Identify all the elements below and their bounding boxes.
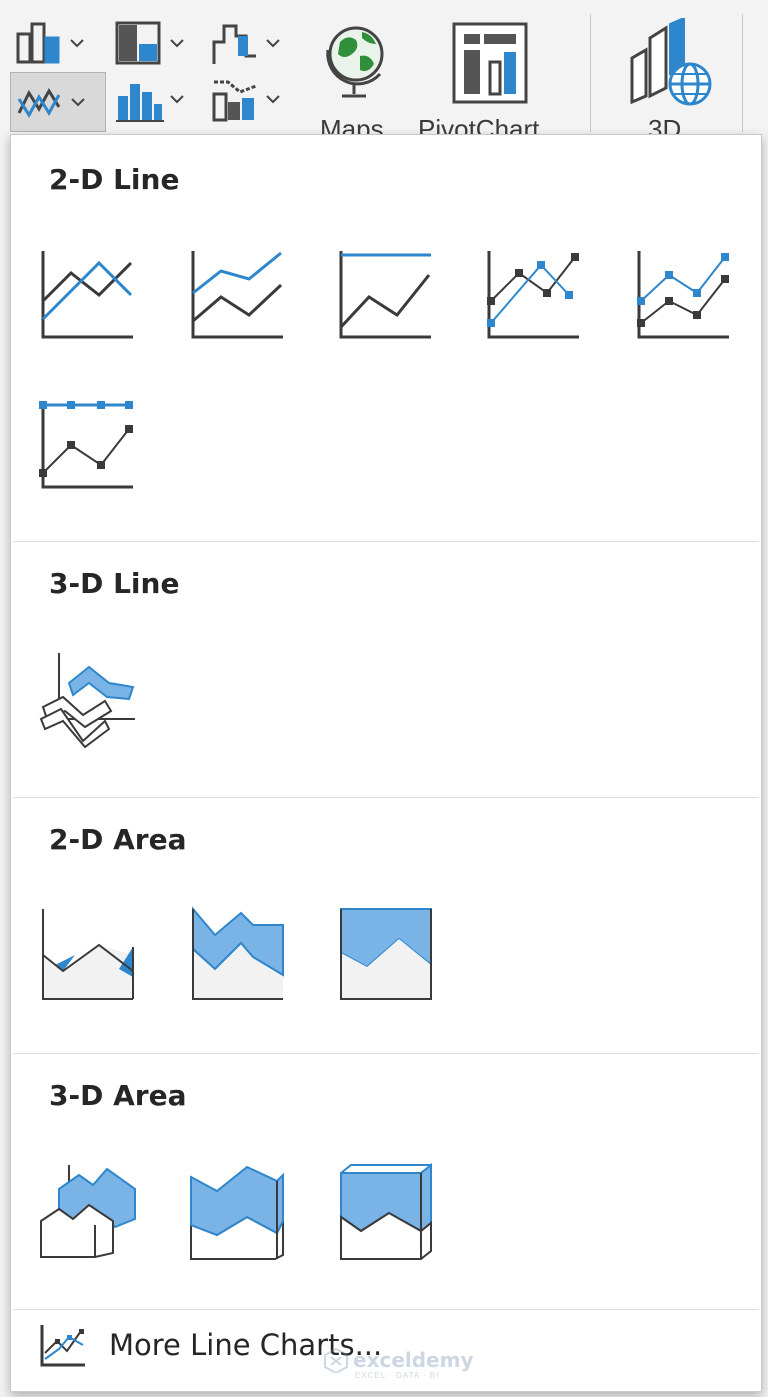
section-divider (13, 1309, 759, 1310)
stacked-area-chart-option[interactable] (189, 905, 289, 1005)
exceldemy-logo-icon (324, 1347, 348, 1373)
column-chart-button[interactable] (14, 20, 84, 66)
watermark-tagline: EXCEL · DATA · BI (355, 1371, 440, 1380)
chevron-down-icon (266, 39, 280, 48)
3d-100-stacked-area-chart-option[interactable] (337, 1161, 437, 1261)
watermark-name: exceldemy (353, 1348, 474, 1372)
3d-map-button[interactable] (626, 18, 716, 108)
100-stacked-line-chart-option[interactable] (337, 245, 437, 345)
waterfall-chart-icon (212, 24, 256, 64)
ribbon-separator (590, 14, 591, 132)
section-title-2d-area: 2-D Area (49, 823, 187, 856)
area-chart-icon (42, 909, 134, 1000)
stacked-area-chart-icon (192, 906, 284, 1000)
statistic-chart-button[interactable] (114, 76, 184, 122)
histogram-chart-icon (116, 84, 164, 122)
ribbon-separator (742, 14, 743, 132)
insert-charts-ribbon: Maps PivotChart 3D (0, 0, 768, 144)
3d-line-chart-icon (39, 653, 135, 749)
100-stacked-area-chart-icon (340, 908, 432, 1000)
treemap-chart-icon (115, 21, 161, 65)
column-chart-icon (16, 22, 60, 64)
stacked-line-chart-option[interactable] (189, 245, 289, 345)
section-title-3d-area: 3-D Area (49, 1079, 187, 1112)
stacked-line-chart-icon (191, 251, 283, 339)
3d-area-chart-icon (40, 1165, 136, 1258)
exceldemy-watermark: exceldemy EXCEL · DATA · BI (323, 1347, 474, 1380)
chevron-down-icon (170, 95, 184, 104)
line-area-chart-gallery: 2-D Line 3-D Line 2-D Area 3-D Area More… (10, 134, 762, 1392)
100-stacked-line-chart-icon (339, 251, 431, 339)
waterfall-chart-button[interactable] (210, 20, 280, 66)
line-chart-icon (41, 251, 133, 339)
3d-map-icon (630, 18, 712, 106)
line-area-chart-button[interactable] (10, 72, 106, 132)
3d-stacked-area-chart-option[interactable] (189, 1161, 289, 1261)
combo-chart-button[interactable] (210, 76, 280, 122)
100-stacked-line-with-markers-option[interactable] (37, 395, 137, 495)
chevron-down-icon (70, 39, 84, 48)
100-stacked-area-chart-option[interactable] (337, 905, 437, 1005)
line-with-markers-icon (487, 251, 579, 339)
100-stacked-line-with-markers-icon (39, 401, 133, 489)
combo-chart-icon (212, 80, 257, 122)
globe-icon (326, 26, 384, 98)
section-divider (13, 797, 759, 798)
3d-line-chart-option[interactable] (39, 649, 139, 749)
section-title-3d-line: 3-D Line (49, 567, 180, 600)
line-chart-icon (17, 88, 61, 118)
chevron-down-icon (71, 98, 85, 107)
3d-stacked-area-chart-icon (190, 1165, 284, 1260)
chevron-down-icon (170, 39, 184, 48)
stacked-line-with-markers-option[interactable] (635, 245, 735, 345)
stacked-line-with-markers-icon (637, 251, 729, 339)
area-chart-option[interactable] (39, 905, 139, 1005)
section-divider (13, 1053, 759, 1054)
line-chart-option[interactable] (39, 245, 139, 345)
pivotchart-button[interactable] (450, 22, 536, 106)
section-title-2d-line: 2-D Line (49, 163, 180, 196)
line-chart-icon (40, 1325, 85, 1367)
3d-area-chart-option[interactable] (39, 1161, 139, 1261)
maps-button[interactable] (322, 20, 392, 104)
pivotchart-icon (452, 22, 528, 104)
chevron-down-icon (266, 95, 280, 104)
3d-100-stacked-area-chart-icon (340, 1162, 432, 1260)
section-divider (13, 541, 759, 542)
hierarchy-chart-button[interactable] (114, 20, 184, 66)
line-with-markers-option[interactable] (485, 245, 585, 345)
